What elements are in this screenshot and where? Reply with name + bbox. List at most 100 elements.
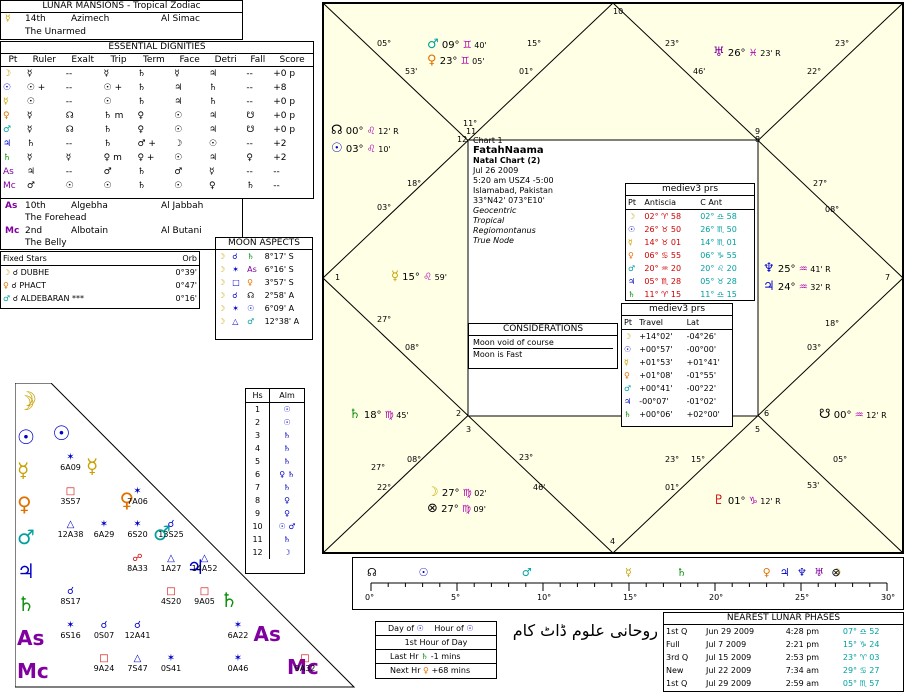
dignity-cell: ♂ [26, 181, 35, 191]
table-row: 1st Q Jun 29 2009 4:28 pm 07° ♎ 52 [664, 625, 903, 638]
planet-degree: 15° [398, 272, 424, 283]
aspect-grid-planet-icon: ☉ [52, 420, 71, 445]
chart-planet: ♆ 25° ♒ 41' R [763, 261, 831, 276]
planet-degree: 24° [774, 282, 799, 293]
dignity-cell: ☉ [3, 83, 12, 93]
planet-icon: ♂ [624, 384, 632, 393]
last-hour-value: -1 mins [430, 652, 461, 661]
table-row: ♃ ♄ -- ♄ ♂ + ☽ ☉ -- +2 [1, 137, 313, 151]
aspect-grid-cell: △ 12A38 [55, 519, 87, 539]
table-row: 3 ♄ [246, 429, 304, 442]
mansion-sub: The Belly [25, 238, 67, 248]
table-row: ♃ 05° ♏ 28 05° ♉ 28 [626, 275, 754, 288]
almuten-glyph: ☉ [283, 405, 291, 414]
planet-icon: ☉ [331, 141, 343, 156]
site-watermark: روحانی علوم ڈاٹ کام [512, 621, 658, 640]
dignity-cell: ☉ + [26, 83, 46, 93]
table-row: 4 ♄ [246, 442, 304, 455]
timeline-label: 0° [365, 593, 375, 602]
table-row: ☽ ☌ ☊ 2°58' A [216, 289, 312, 302]
aspect-value: 4S20 [160, 597, 182, 606]
aspect-value: 1A27 [160, 563, 182, 573]
dignity-cell: +0 p [273, 97, 296, 107]
latitude-value: +01°41' [686, 358, 720, 367]
dignity-cell: ☉ [174, 153, 183, 163]
aspect-icon: △ [167, 552, 175, 564]
table-row: ♂ ☌ ALDEBARAN *** 0°16' [1, 292, 199, 305]
dignity-cell: ☋ [246, 111, 255, 121]
chart-planet: ♀ 23° ♊ 05' [427, 53, 485, 68]
table-row: ☽ ✶ As 6°16' S [216, 263, 312, 276]
table-row: ☉ ☉ + -- ☉ + ♄ ♃ ♄ -- +8 [1, 81, 313, 95]
dignity-cell: ☿ [26, 111, 33, 121]
chart-date: Jul 26 2009 [473, 166, 519, 175]
dignity-header: Trip [101, 54, 136, 67]
timeline-planet-icon: ♂ [521, 566, 532, 579]
aspect-icon: □ [65, 485, 76, 497]
chart-planet: ♅ 26° ♓ 23' R [713, 45, 781, 60]
aspect-grid-cell: ✶ 6A29 [88, 519, 120, 539]
aspect-value: 8S17 [60, 597, 81, 606]
house-number-label: 12 [457, 135, 468, 144]
dignity-cell: ♄ [209, 97, 218, 107]
dignity-cell: ☉ [103, 181, 112, 191]
planet-icon: ☉ [628, 225, 636, 234]
dignity-cell: ♄ [26, 139, 35, 149]
aspect-icon: ✶ [66, 619, 75, 631]
cusp-label: 23° [665, 39, 680, 48]
table-row: ☿ ☉ -- ☉ ♄ ♃ ♄ -- +0 p [1, 95, 313, 109]
planet-minutes: 12' R [375, 127, 399, 136]
dignity-cell: ♄ [137, 83, 146, 93]
dignity-cell: +2 [273, 139, 287, 149]
planet-minutes: 23' R [757, 49, 781, 58]
planet-minutes: 32' R [807, 283, 831, 292]
aspect-icon: ✶ [66, 452, 75, 463]
dignity-cell: ☋ [246, 125, 255, 135]
house-number-label: 1 [335, 273, 341, 282]
dignity-cell: ♃ [26, 167, 35, 177]
planet-degree: 03° [342, 144, 367, 155]
dignity-cell: ☉ [26, 97, 35, 107]
chart-planet: ☿ 15° ♌ 59' [391, 269, 447, 284]
aspect-grid-cell: ☌ 12A41 [122, 620, 154, 640]
phase-position: 23° ♈ 03 [842, 653, 880, 662]
cusp-label: 27° [371, 463, 386, 472]
house-number: 10 [246, 520, 271, 533]
phase-date: Jul 22 2009 [705, 666, 752, 675]
chart-planet: ♇ 01° ♑ 12' R [713, 493, 781, 508]
star-cell: ♂ ☌ ALDEBARAN *** [1, 292, 148, 305]
table-header: C Ant [700, 198, 723, 207]
considerations-panel: CONSIDERATIONS Moon void of course Moon … [468, 323, 618, 369]
planet-icon: ☊ [331, 123, 343, 138]
contra-antiscia-value: 11° ♎ 15 [700, 290, 737, 299]
dignity-cell: ♀ + [137, 153, 155, 163]
cusp-label: 23° [835, 39, 850, 48]
table-row: 10 ☉ ♂ [246, 520, 304, 533]
house-number: 5 [246, 455, 271, 468]
cusp-label: 18° [407, 179, 422, 188]
planet-icon: ☋ [819, 407, 831, 422]
aspect-grid-cell: △ 7S47 [122, 653, 154, 673]
dignity-cell: ☉ [174, 181, 183, 191]
aspect-value: 8A33 [127, 563, 148, 573]
planet-icon: ♀ [624, 371, 630, 380]
dignity-cell: -- [246, 139, 253, 149]
latitude-value: -01°55' [686, 371, 717, 380]
dignity-cell: ♃ [209, 153, 218, 163]
cusp-label: 15° [691, 455, 706, 464]
house-number-label: 4 [610, 537, 616, 546]
table-row: Mc ♂ ☉ ☉ ♄ ☉ ♀ ♄ -- [1, 179, 313, 193]
cusp-label: 53' [807, 481, 820, 490]
fixed-stars-title: Fixed Stars [3, 254, 47, 263]
aspect-grid-planet-icon: As [253, 621, 281, 646]
dignity-cell: ☿ [3, 97, 9, 107]
planet-icon: ☽ [628, 212, 636, 221]
chart-type: Natal Chart (2) [473, 156, 541, 165]
cusp-label: 27° [813, 179, 828, 188]
dignity-cell: ♄ [209, 83, 218, 93]
planet-icon: ☽ [218, 265, 226, 274]
mansion-num: 14th [25, 14, 46, 24]
cusp-label: 01° [665, 483, 680, 492]
timeline-label: 20° [709, 593, 724, 602]
dignity-header: Detri [207, 54, 245, 67]
